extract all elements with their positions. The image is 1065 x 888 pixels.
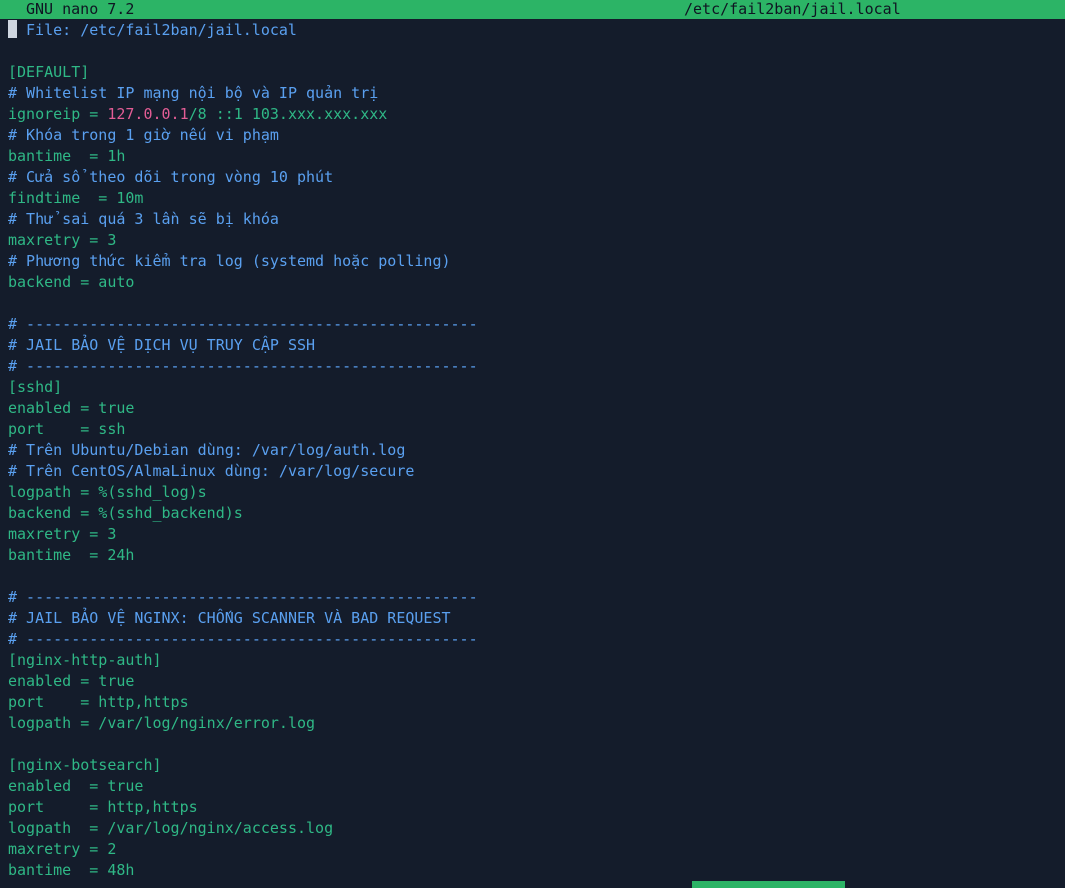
config-entry: enabled = true [8,777,144,795]
comment-text: # --------------------------------------… [8,630,478,648]
editor-line[interactable]: maxretry = 3 [8,524,1058,545]
editor-line[interactable]: bantime = 48h [8,860,1058,881]
editor-line[interactable]: port = http,https [8,797,1058,818]
comment-text: # Trên CentOS/AlmaLinux dùng: /var/log/s… [8,462,415,480]
editor-line[interactable]: [DEFAULT] [8,62,1058,83]
editor-line[interactable] [8,41,1058,62]
editor-line[interactable]: maxretry = 2 [8,839,1058,860]
config-entry: maxretry = 3 [8,231,117,249]
comment-text: # Whitelist IP mạng nội bộ và IP quản tr… [8,84,379,102]
editor-line[interactable]: # Phương thức kiểm tra log (systemd hoặc… [8,251,1058,272]
config-entry: bantime = 24h [8,546,135,564]
section-header: [nginx-botsearch] [8,756,162,774]
config-entry: logpath = /var/log/nginx/access.log [8,819,334,837]
file-name: /etc/fail2ban/jail.local [684,0,901,18]
editor-line[interactable]: [nginx-http-auth] [8,650,1058,671]
config-entry: port = http,https [8,693,189,711]
comment-text: # --------------------------------------… [8,588,478,606]
editor-line[interactable]: # Trên CentOS/AlmaLinux dùng: /var/log/s… [8,461,1058,482]
editor-line[interactable]: bantime = 1h [8,146,1058,167]
editor-line[interactable] [8,734,1058,755]
comment-text: # Phương thức kiểm tra log (systemd hoặc… [8,252,451,270]
config-entry: port = http,https [8,798,198,816]
editor-line[interactable]: # JAIL BẢO VỆ DỊCH VỤ TRUY CẬP SSH [8,335,1058,356]
config-key: ignoreip = [8,105,108,123]
config-entry: maxretry = 3 [8,525,117,543]
config-entry: maxretry = 2 [8,840,117,858]
editor-line[interactable]: # --------------------------------------… [8,314,1058,335]
editor-line[interactable]: # Khóa trong 1 giờ nếu vi phạm [8,125,1058,146]
editor-line[interactable]: backend = auto [8,272,1058,293]
editor-line[interactable]: enabled = true [8,671,1058,692]
editor-line[interactable]: port = http,https [8,692,1058,713]
config-entry: port = ssh [8,420,126,438]
editor-line[interactable]: # Cửa sổ theo dõi trong vòng 10 phút [8,167,1058,188]
comment-text: # JAIL BẢO VỆ NGINX: CHỐNG SCANNER VÀ BA… [8,609,451,627]
editor-line[interactable]: logpath = /var/log/nginx/error.log [8,713,1058,734]
editor-line[interactable]: # --------------------------------------… [8,356,1058,377]
editor-line[interactable]: [nginx-botsearch] [8,755,1058,776]
config-entry: bantime = 1h [8,147,126,165]
text-cursor [8,20,17,38]
section-header: [sshd] [8,378,63,396]
config-entry: enabled = true [8,672,135,690]
editor-line[interactable]: port = ssh [8,419,1058,440]
editor-line[interactable]: backend = %(sshd_backend)s [8,503,1058,524]
comment-text: # --------------------------------------… [8,357,478,375]
config-entry: logpath = %(sshd_log)s [8,483,207,501]
comment-text: # --------------------------------------… [8,315,478,333]
comment-text: # Khóa trong 1 giờ nếu vi phạm [8,126,279,144]
section-header: [nginx-http-auth] [8,651,162,669]
editor-line[interactable]: ignoreip = 127.0.0.1/8 ::1 103.xxx.xxx.x… [8,104,1058,125]
comment-text: # Thử sai quá 3 lần sẽ bị khóa [8,210,279,228]
editor-line[interactable] [8,293,1058,314]
editor-line[interactable]: # JAIL BẢO VỆ NGINX: CHỐNG SCANNER VÀ BA… [8,608,1058,629]
config-value: /8 ::1 103.xxx.xxx.xxx [188,105,388,123]
editor-line[interactable]: # Whitelist IP mạng nội bộ và IP quản tr… [8,83,1058,104]
editor-line[interactable]: logpath = /var/log/nginx/access.log [8,818,1058,839]
editor-text-area[interactable]: File: /etc/fail2ban/jail.local [DEFAULT] #… [8,20,1058,881]
config-entry: logpath = /var/log/nginx/error.log [8,714,316,732]
editor-line[interactable]: logpath = %(sshd_log)s [8,482,1058,503]
section-header: [DEFAULT] [8,63,90,81]
config-entry: enabled = true [8,399,135,417]
editor-line[interactable]: enabled = true [8,776,1058,797]
editor-line[interactable]: # --------------------------------------… [8,587,1058,608]
comment-text: # Cửa sổ theo dõi trong vòng 10 phút [8,168,334,186]
status-bar [692,881,845,888]
editor-line[interactable] [8,566,1058,587]
comment-text: File: /etc/fail2ban/jail.local [17,21,297,39]
editor-line[interactable]: findtime = 10m [8,188,1058,209]
editor-line[interactable]: # --------------------------------------… [8,629,1058,650]
config-entry: backend = auto [8,273,135,291]
ip-literal: 127.0.0.1 [107,105,189,123]
comment-text: # Trên Ubuntu/Debian dùng: /var/log/auth… [8,441,406,459]
comment-text: # JAIL BẢO VỆ DỊCH VỤ TRUY CẬP SSH [8,336,316,354]
config-entry: findtime = 10m [8,189,144,207]
config-entry: bantime = 48h [8,861,135,879]
nano-title-bar: GNU nano 7.2 /etc/fail2ban/jail.local [0,0,1065,19]
editor-line[interactable]: File: /etc/fail2ban/jail.local [8,20,1058,41]
editor-line[interactable]: maxretry = 3 [8,230,1058,251]
app-name: GNU nano 7.2 [26,0,135,18]
editor-line[interactable]: enabled = true [8,398,1058,419]
editor-line[interactable]: # Thử sai quá 3 lần sẽ bị khóa [8,209,1058,230]
editor-line[interactable]: bantime = 24h [8,545,1058,566]
editor-line[interactable]: # Trên Ubuntu/Debian dùng: /var/log/auth… [8,440,1058,461]
config-entry: backend = %(sshd_backend)s [8,504,243,522]
editor-line[interactable]: [sshd] [8,377,1058,398]
